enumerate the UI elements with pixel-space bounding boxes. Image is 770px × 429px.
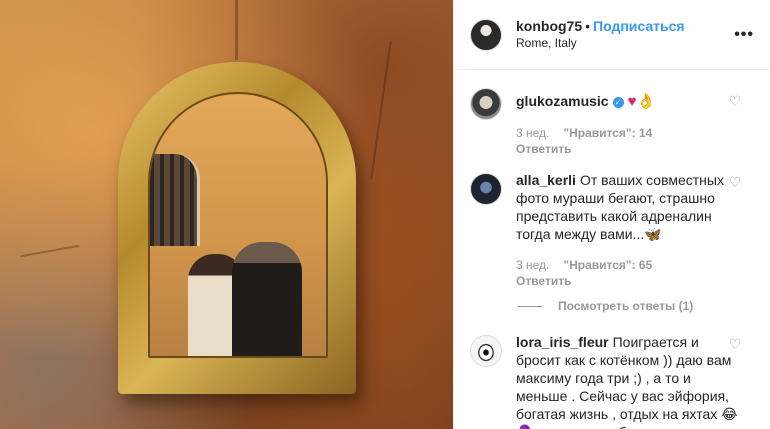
comments-list: glukozamusic ✓ ♥👌 3 нед. "Нравится": 14 Отв…: [454, 70, 770, 429]
heart-icon[interactable]: ♡: [728, 337, 742, 351]
comment-likes[interactable]: "Нравится": 65: [563, 258, 652, 272]
commenter-avatar[interactable]: [470, 335, 502, 367]
comment-item: alla_kerli От ваших совместных фото мураш…: [470, 171, 754, 289]
heart-icon[interactable]: ♡: [728, 94, 742, 108]
post-location[interactable]: Rome, Italy: [516, 35, 685, 51]
comment-item: lora_iris_fleur Поиграется и бросит как с…: [470, 333, 754, 429]
comment-text: ♥👌: [627, 93, 656, 110]
view-replies-button[interactable]: Посмотреть ответы (1): [518, 299, 754, 313]
post-header: konbog75 • Подписаться Rome, Italy •••: [454, 0, 770, 70]
post-photo[interactable]: [0, 0, 453, 429]
reply-button[interactable]: Ответить: [516, 141, 727, 157]
commenter-avatar[interactable]: [470, 88, 502, 120]
separator-dot: •: [585, 18, 591, 34]
author-avatar[interactable]: [470, 18, 502, 51]
comment-username[interactable]: lora_iris_fleur: [516, 334, 609, 350]
comment-likes[interactable]: "Нравится": 14: [563, 126, 652, 140]
author-username[interactable]: konbog75: [516, 18, 582, 34]
man-reflection: [232, 242, 302, 356]
post-sidebar: konbog75 • Подписаться Rome, Italy ••• glu…: [453, 0, 770, 429]
window-reflection: [150, 154, 200, 246]
reply-button[interactable]: Ответить: [516, 273, 727, 289]
comment-item: glukozamusic ✓ ♥👌 3 нед. "Нравится": 14 Отв…: [470, 86, 754, 157]
commenter-avatar[interactable]: [470, 173, 502, 205]
replies-divider: [518, 305, 542, 307]
mirror-image: [118, 62, 356, 394]
comment-time[interactable]: 3 нед.: [516, 126, 549, 140]
comment-username[interactable]: alla_kerli: [516, 172, 576, 188]
more-options-icon[interactable]: •••: [734, 26, 754, 44]
comment-time[interactable]: 3 нед.: [516, 258, 549, 272]
view-replies-label: Посмотреть ответы (1): [558, 299, 694, 313]
verified-badge-icon: ✓: [612, 97, 624, 108]
comment-username[interactable]: glukozamusic: [516, 93, 609, 109]
follow-button[interactable]: Подписаться: [593, 18, 685, 34]
heart-icon[interactable]: ♡: [728, 175, 742, 189]
